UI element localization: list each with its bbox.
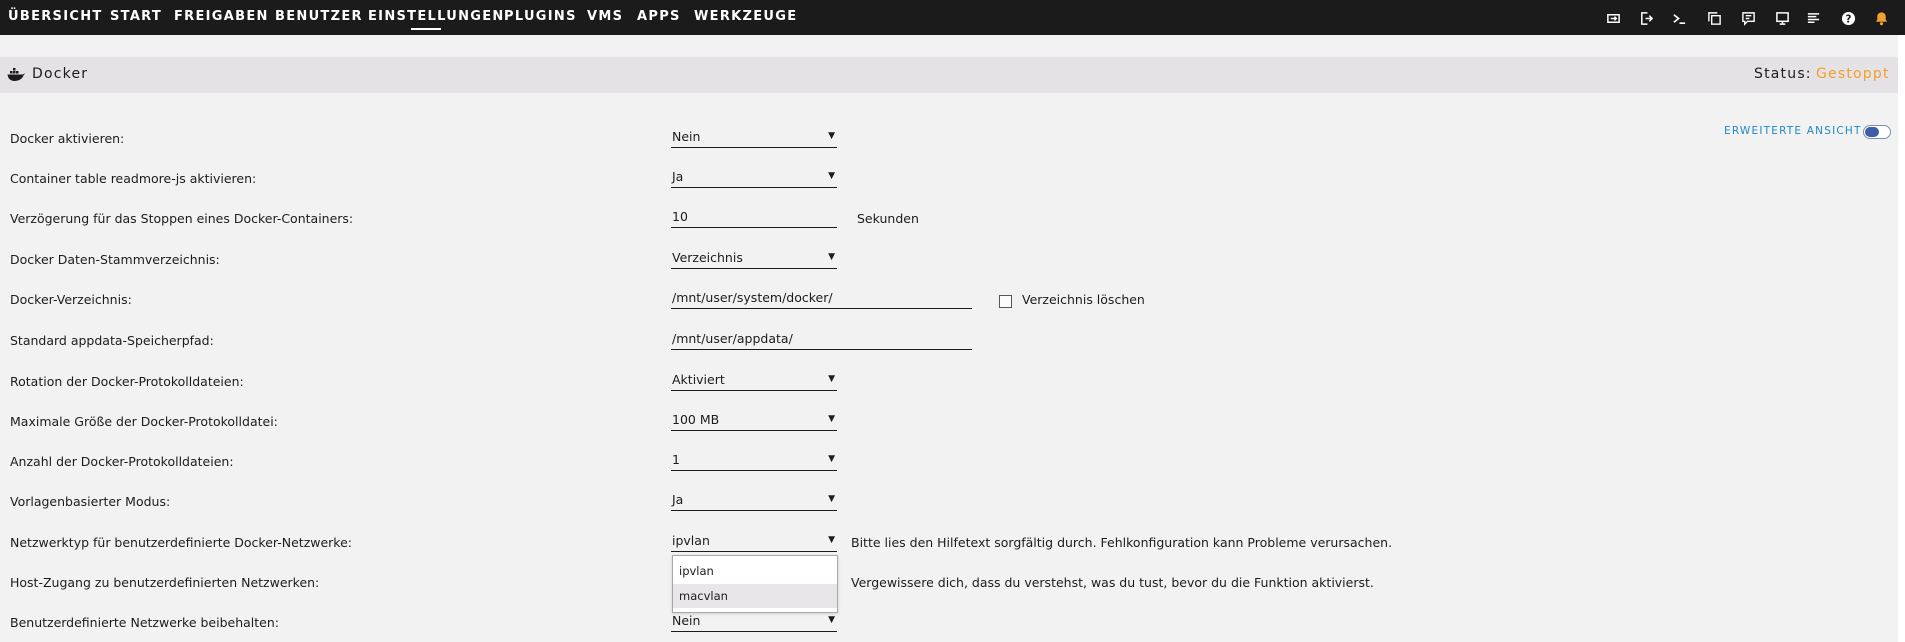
nav-tab-einstellungen[interactable]: EINSTELLUNGEN bbox=[368, 9, 505, 30]
chevron-down-icon: ▼ bbox=[828, 535, 835, 545]
readmore-select[interactable]: Ja ▼ bbox=[671, 166, 837, 188]
dropdown-option-macvlan[interactable]: macvlan bbox=[673, 584, 837, 608]
dropdown-option-ipvlan[interactable]: ipvlan bbox=[673, 559, 837, 583]
help-icon[interactable]: ? bbox=[1838, 8, 1858, 28]
log-count-label: Anzahl der Docker-Protokolldateien: bbox=[10, 454, 234, 469]
preserve-networks-select[interactable]: Nein ▼ bbox=[671, 610, 837, 632]
appdata-path-label: Standard appdata-Speicherpfad: bbox=[10, 333, 214, 348]
nav-tab-apps[interactable]: APPS bbox=[637, 9, 681, 27]
stop-delay-unit: Sekunden bbox=[857, 211, 919, 226]
nav-tab-benutzer[interactable]: BENUTZER bbox=[275, 9, 363, 27]
nav-tab-werkzeuge[interactable]: WERKZEUGE bbox=[694, 9, 797, 27]
docker-whale-icon bbox=[7, 67, 25, 81]
log-rotation-label: Rotation der Docker-Protokolldateien: bbox=[10, 374, 244, 389]
nav-tab-plugins[interactable]: PLUGINS bbox=[504, 9, 577, 27]
chevron-down-icon: ▼ bbox=[828, 131, 835, 141]
template-mode-label: Vorlagenbasierter Modus: bbox=[10, 494, 171, 509]
terminal-icon[interactable] bbox=[1669, 8, 1689, 28]
readmore-label: Container table readmore-js aktivieren: bbox=[10, 171, 257, 186]
log-size-select[interactable]: 100 MB ▼ bbox=[671, 409, 837, 431]
chevron-down-icon: ▼ bbox=[828, 414, 835, 424]
right-edge-strip bbox=[1898, 35, 1905, 642]
status-value: Gestoppt bbox=[1816, 66, 1890, 82]
delete-directory-checkbox[interactable] bbox=[999, 295, 1012, 308]
docker-enable-label: Docker aktivieren: bbox=[10, 131, 125, 146]
preserve-networks-value: Nein bbox=[672, 613, 701, 628]
host-access-hint: Vergewissere dich, dass du verstehst, wa… bbox=[851, 575, 1374, 590]
log-count-value: 1 bbox=[672, 452, 680, 467]
chevron-down-icon: ▼ bbox=[828, 171, 835, 181]
chevron-down-icon: ▼ bbox=[828, 252, 835, 262]
host-access-label: Host-Zugang zu benutzerdefinierten Netzw… bbox=[10, 575, 320, 590]
bell-icon[interactable] bbox=[1871, 8, 1891, 28]
network-type-value: ipvlan bbox=[672, 533, 710, 548]
log-icon[interactable] bbox=[1803, 8, 1823, 28]
nav-tab-freigaben[interactable]: FREIGABEN bbox=[174, 9, 269, 27]
network-type-dropdown: ipvlan macvlan bbox=[672, 555, 838, 613]
log-size-value: 100 MB bbox=[672, 412, 720, 427]
copy-windows-icon[interactable] bbox=[1704, 8, 1724, 28]
template-mode-value: Ja bbox=[672, 492, 684, 507]
nav-tab-vms[interactable]: VMS bbox=[587, 9, 623, 27]
chevron-down-icon: ▼ bbox=[828, 454, 835, 464]
network-type-hint: Bitte lies den Hilfetext sorgfältig durc… bbox=[851, 535, 1393, 550]
top-navigation: ÜBERSICHT START FREIGABEN BENUTZER EINST… bbox=[0, 0, 1905, 35]
preserve-networks-label: Benutzerdefinierte Netzwerke beibehalten… bbox=[10, 615, 279, 630]
toggle-knob bbox=[1865, 127, 1879, 137]
data-root-select[interactable]: Verzeichnis ▼ bbox=[671, 247, 837, 269]
nav-tab-uebersicht[interactable]: ÜBERSICHT bbox=[8, 9, 103, 27]
stop-delay-input[interactable] bbox=[671, 206, 837, 228]
logout-icon[interactable] bbox=[1636, 8, 1656, 28]
switch-view-icon[interactable] bbox=[1603, 8, 1623, 28]
docker-enable-select[interactable]: Nein ▼ bbox=[671, 126, 837, 148]
stop-delay-label: Verzögerung für das Stoppen eines Docker… bbox=[10, 211, 354, 226]
page-title: Docker bbox=[32, 66, 89, 82]
nav-tab-start[interactable]: START bbox=[110, 9, 162, 27]
network-type-label: Netzwerktyp für benutzerdefinierte Docke… bbox=[10, 535, 352, 550]
appdata-path-input[interactable] bbox=[671, 328, 972, 350]
svg-text:?: ? bbox=[1845, 13, 1851, 25]
advanced-view-label: ERWEITERTE ANSICHT bbox=[1724, 125, 1862, 137]
feedback-icon[interactable] bbox=[1738, 8, 1758, 28]
status-label: Status: bbox=[1754, 66, 1812, 82]
chevron-down-icon: ▼ bbox=[828, 615, 835, 625]
page-title-bar: Docker Status: Gestoppt bbox=[0, 57, 1898, 93]
chevron-down-icon: ▼ bbox=[828, 494, 835, 504]
log-rotation-select[interactable]: Aktiviert ▼ bbox=[671, 369, 837, 391]
docker-directory-label: Docker-Verzeichnis: bbox=[10, 292, 132, 307]
data-root-label: Docker Daten-Stammverzeichnis: bbox=[10, 252, 220, 267]
delete-directory-label: Verzeichnis löschen bbox=[1022, 292, 1145, 307]
data-root-value: Verzeichnis bbox=[672, 250, 743, 265]
chevron-down-icon: ▼ bbox=[828, 374, 835, 384]
docker-directory-input[interactable] bbox=[671, 287, 972, 309]
template-mode-select[interactable]: Ja ▼ bbox=[671, 489, 837, 511]
log-count-select[interactable]: 1 ▼ bbox=[671, 449, 837, 471]
readmore-value: Ja bbox=[672, 169, 684, 184]
monitor-icon[interactable] bbox=[1772, 8, 1792, 28]
advanced-view-toggle[interactable] bbox=[1863, 125, 1891, 139]
docker-enable-value: Nein bbox=[672, 129, 701, 144]
log-size-label: Maximale Größe der Docker-Protokolldatei… bbox=[10, 414, 278, 429]
network-type-select[interactable]: ipvlan ▼ bbox=[671, 530, 837, 552]
log-rotation-value: Aktiviert bbox=[672, 372, 725, 387]
